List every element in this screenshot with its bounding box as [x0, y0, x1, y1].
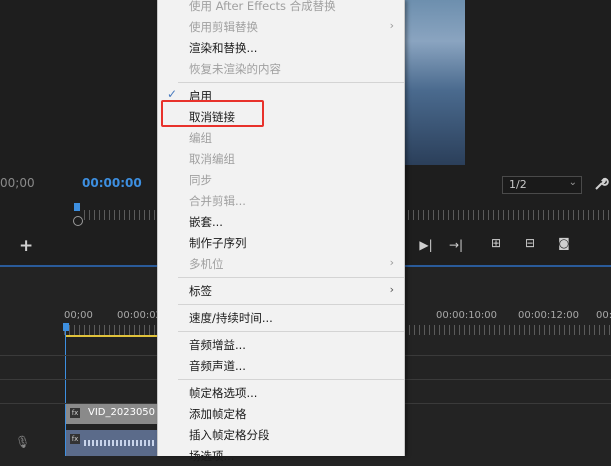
menu-item-replace-clip[interactable]: 使用剪辑替换 ›	[158, 17, 404, 37]
menu-item-restore-unrendered[interactable]: 恢复未渲染的内容	[158, 59, 404, 79]
current-timecode[interactable]: 00:00:00	[82, 176, 142, 190]
ruler-label-0: 00;00	[64, 310, 93, 321]
timeline-playhead[interactable]	[63, 323, 69, 331]
menu-item-label: 速度/持续时间...	[189, 311, 273, 325]
menu-item-group[interactable]: 编组	[158, 128, 404, 148]
fx-badge: fx	[70, 408, 80, 418]
menu-item-make-subsequence[interactable]: 制作子序列	[158, 233, 404, 253]
menu-separator	[178, 379, 404, 380]
zoom-select[interactable]: 1/2 ⌄	[502, 176, 582, 194]
menu-item-label-submenu[interactable]: 标签 ›	[158, 281, 404, 301]
menu-item-label: 添加帧定格	[189, 407, 247, 421]
menu-item-label: 使用 After Effects 合成替换	[189, 0, 336, 13]
playhead-marker[interactable]	[72, 203, 82, 213]
lift-icon[interactable]: ⊞	[487, 236, 505, 250]
work-area-bar[interactable]	[66, 335, 157, 337]
check-icon: ✓	[167, 87, 178, 101]
menu-separator	[178, 277, 404, 278]
menu-item-label: 嵌套...	[189, 215, 223, 229]
menu-separator	[178, 304, 404, 305]
menu-item-audio-gain[interactable]: 音频增益...	[158, 335, 404, 355]
chevron-right-icon: ›	[389, 256, 394, 269]
menu-item-insert-frame-hold[interactable]: 插入帧定格分段	[158, 425, 404, 445]
in-point-circle[interactable]	[73, 216, 83, 226]
menu-item-label: 渲染和替换...	[189, 41, 258, 55]
menu-item-label: 使用剪辑替换	[189, 20, 258, 34]
extract-icon[interactable]: ⊟	[521, 236, 539, 250]
menu-item-multicam[interactable]: 多机位 ›	[158, 254, 404, 274]
menu-item-speed-duration[interactable]: 速度/持续时间...	[158, 308, 404, 328]
ruler-label-4: 00:00:	[596, 310, 611, 321]
menu-item-label: 制作子序列	[189, 236, 247, 250]
menu-item-label: 标签	[189, 284, 212, 298]
highlight-annotation	[161, 100, 264, 127]
add-button-icon[interactable]: +	[19, 236, 33, 256]
wrench-icon[interactable]	[593, 176, 609, 192]
camera-icon[interactable]: ◙	[555, 236, 573, 250]
menu-item-label: 音频声道...	[189, 359, 246, 373]
menu-item-label: 编组	[189, 131, 212, 145]
menu-item-frame-hold-options[interactable]: 帧定格选项...	[158, 383, 404, 403]
audio-waveform	[84, 440, 154, 446]
menu-item-replace-ae[interactable]: 使用 After Effects 合成替换	[158, 0, 404, 16]
timecode-display-left: 00;00	[0, 176, 35, 190]
menu-item-render-replace[interactable]: 渲染和替换...	[158, 38, 404, 58]
menu-item-label: 恢复未渲染的内容	[189, 62, 281, 76]
context-menu: 使用 After Effects 合成替换 使用剪辑替换 › 渲染和替换... …	[157, 0, 405, 463]
menu-item-label: 多机位	[189, 257, 224, 271]
chevron-right-icon: ›	[389, 283, 394, 296]
program-ruler[interactable]	[84, 210, 157, 220]
menu-item-label: 音频增益...	[189, 338, 246, 352]
menu-item-label: 同步	[189, 173, 212, 187]
menu-separator	[178, 82, 404, 83]
ruler-label-3: 00:00:12:00	[518, 310, 580, 321]
ruler-label-1: 00:00:02	[117, 310, 162, 321]
menu-item-merge-clips[interactable]: 合并剪辑...	[158, 191, 404, 211]
menu-item-add-frame-hold[interactable]: 添加帧定格	[158, 404, 404, 424]
audio-clip[interactable]: fx	[66, 430, 157, 456]
step-forward-icon[interactable]: ▶|	[417, 238, 435, 252]
microphone-icon[interactable]: 🎙	[15, 435, 30, 449]
chevron-right-icon: ›	[389, 19, 394, 32]
menu-item-sync[interactable]: 同步	[158, 170, 404, 190]
menu-item-nest[interactable]: 嵌套...	[158, 212, 404, 232]
audio-fx-badge: fx	[70, 434, 80, 444]
menu-item-audio-channels[interactable]: 音频声道...	[158, 356, 404, 376]
menu-item-field-options[interactable]: 场选项...	[158, 446, 404, 466]
menu-separator	[178, 331, 404, 332]
ruler-label-2: 00:00:10:00	[436, 310, 498, 321]
video-clip[interactable]: fx VID_2023050	[66, 404, 157, 424]
menu-item-label: 取消编组	[189, 152, 235, 166]
video-preview	[403, 0, 465, 165]
menu-item-label: 插入帧定格分段	[189, 428, 270, 442]
zoom-select-value: 1/2	[509, 178, 527, 191]
program-monitor-left: 00;00 00:00:00 +	[0, 0, 157, 265]
go-to-out-icon[interactable]: →|	[447, 238, 465, 252]
menu-item-label: 合并剪辑...	[189, 194, 246, 208]
chevron-down-icon: ⌄	[568, 177, 577, 188]
menu-item-ungroup[interactable]: 取消编组	[158, 149, 404, 169]
clip-name: VID_2023050	[88, 407, 156, 418]
program-ruler-right[interactable]	[403, 210, 611, 220]
menu-item-label: 场选项...	[189, 449, 235, 463]
menu-item-label: 帧定格选项...	[189, 386, 258, 400]
